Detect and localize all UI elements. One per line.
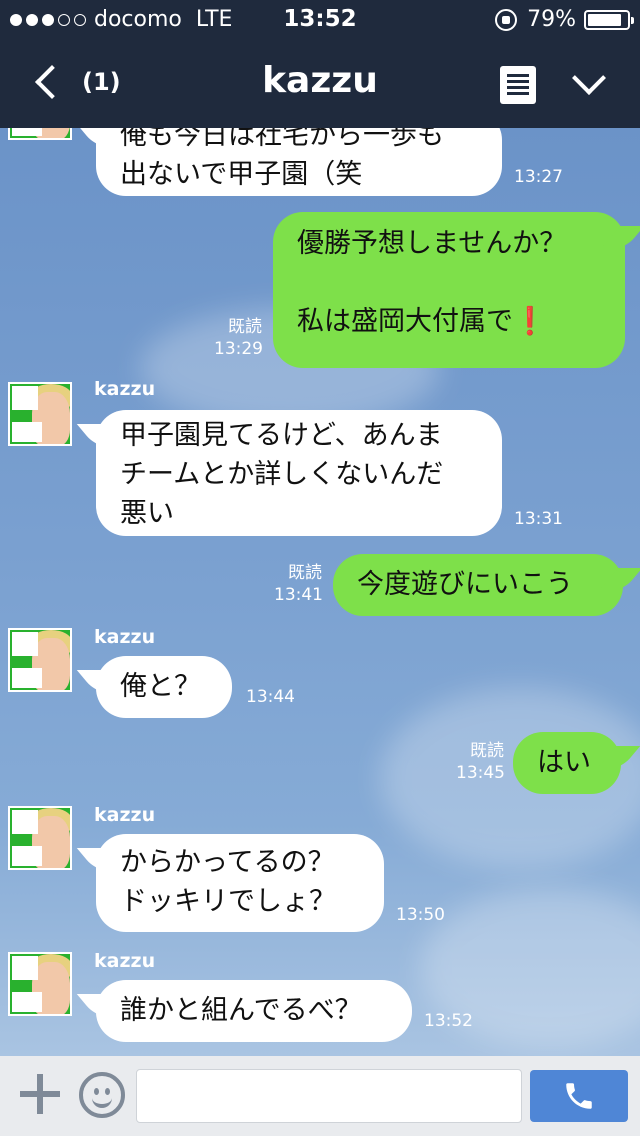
message-bubble[interactable]: 俺も今日は社宅から一歩も 出ないで甲子園（笑 [96,128,502,196]
avatar[interactable] [8,128,72,140]
message-time: 13:29 [214,339,263,359]
chat-header: (1) kazzu [0,40,640,128]
message-time: 13:45 [456,763,505,783]
message-input[interactable] [136,1069,522,1123]
sender-name: kazzu [94,378,156,400]
battery-icon [584,9,634,30]
read-receipt: 既読 [470,741,504,761]
message-bubble[interactable]: はい [513,732,621,794]
plus-icon[interactable] [20,1074,60,1114]
message-time: 13:52 [424,1011,473,1031]
message-bubble[interactable]: 俺と？ [96,656,232,718]
battery-percent: 79% [527,7,576,32]
call-button[interactable] [530,1070,628,1122]
status-bar: docomo LTE 13:52 79% [0,0,640,40]
message-time: 13:41 [274,585,323,605]
input-bar [0,1056,640,1136]
smiley-icon[interactable] [79,1072,125,1118]
message-bubble[interactable]: 誰かと組んでるべ？ [96,980,412,1042]
notes-icon[interactable] [500,66,536,104]
message-bubble[interactable]: 今度遊びにいこう [333,554,623,616]
avatar[interactable] [8,628,72,692]
top-bar: docomo LTE 13:52 79% (1) kazzu [0,0,640,128]
chevron-down-icon[interactable] [568,64,608,104]
avatar[interactable] [8,806,72,870]
avatar[interactable] [8,382,72,446]
read-receipt: 既読 [228,317,262,337]
message-bubble[interactable]: からかってるの？ ドッキリでしょ？ [96,834,384,932]
message-bubble[interactable]: 甲子園見てるけど、あんま チームとか詳しくないんだ 悪い [96,410,502,536]
message-time: 13:50 [396,905,445,925]
phone-icon [566,1083,592,1109]
avatar[interactable] [8,952,72,1016]
sender-name: kazzu [94,626,156,648]
chat-title: kazzu [262,60,378,101]
chat-area[interactable]: 俺も今日は社宅から一歩も 出ないで甲子園（笑 13:27 既読 13:29 優勝… [0,128,640,1056]
sender-name: kazzu [94,804,156,826]
sender-name: kazzu [94,950,156,972]
message-time: 13:27 [514,167,563,187]
rotation-lock-icon [495,8,518,31]
message-time: 13:31 [514,509,563,529]
read-receipt: 既読 [288,563,322,583]
message-bubble[interactable]: 優勝予想しませんか？ 私は盛岡大付属で❗ [273,212,625,368]
message-time: 13:44 [246,687,295,707]
